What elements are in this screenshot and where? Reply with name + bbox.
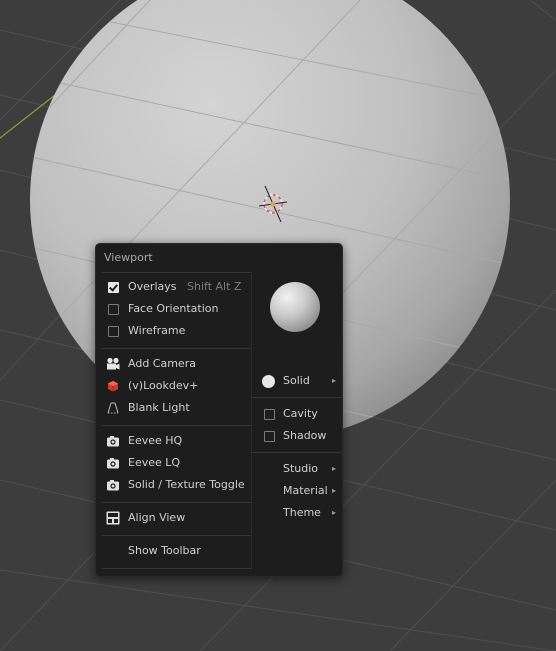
cavity-checkbox[interactable] bbox=[264, 409, 275, 420]
eevee-hq-item[interactable]: Eevee HQ bbox=[96, 431, 252, 451]
lookdev-cube-icon bbox=[106, 379, 120, 393]
solid-label: Solid bbox=[283, 374, 310, 387]
render-camera-icon bbox=[106, 478, 120, 492]
render-camera-icon bbox=[106, 456, 120, 470]
eevee-lq-label: Eevee LQ bbox=[128, 456, 181, 469]
menu-title: Viewport bbox=[104, 251, 153, 264]
lookdev-item[interactable]: (v)Lookdev+ bbox=[96, 376, 252, 396]
shadow-label: Shadow bbox=[283, 429, 327, 442]
solid-texture-toggle-label: Solid / Texture Toggle bbox=[128, 478, 245, 491]
cavity-label: Cavity bbox=[283, 407, 318, 420]
align-view-label: Align View bbox=[128, 511, 186, 524]
separator bbox=[252, 452, 342, 453]
solid-circle-icon bbox=[262, 375, 275, 388]
face-orientation-toggle[interactable]: Face Orientation bbox=[96, 299, 252, 319]
wireframe-label: Wireframe bbox=[128, 324, 186, 337]
face-orientation-label: Face Orientation bbox=[128, 302, 219, 315]
blank-light-item[interactable]: Blank Light bbox=[96, 398, 252, 418]
submenu-arrow-icon: ▸ bbox=[331, 376, 336, 385]
solid-texture-toggle-item[interactable]: Solid / Texture Toggle bbox=[96, 475, 252, 495]
separator bbox=[102, 348, 252, 349]
submenu-arrow-icon: ▸ bbox=[331, 464, 336, 473]
show-toolbar-item[interactable]: Show Toolbar bbox=[96, 541, 252, 561]
shadow-checkbox[interactable] bbox=[264, 431, 275, 442]
camera-icon bbox=[106, 357, 120, 371]
theme-submenu[interactable]: Theme ▸ bbox=[252, 503, 342, 523]
separator bbox=[102, 502, 252, 503]
separator bbox=[102, 425, 252, 426]
show-toolbar-label: Show Toolbar bbox=[128, 544, 201, 557]
wireframe-checkbox[interactable] bbox=[108, 326, 119, 337]
overlays-shortcut: Shift Alt Z bbox=[187, 280, 242, 293]
submenu-arrow-icon: ▸ bbox=[331, 508, 336, 517]
matcap-sphere-icon[interactable] bbox=[270, 282, 320, 332]
wireframe-toggle[interactable]: Wireframe bbox=[96, 321, 252, 341]
separator bbox=[252, 397, 342, 398]
align-view-icon bbox=[106, 511, 120, 525]
overlays-toggle[interactable]: Overlays Shift Alt Z bbox=[96, 277, 252, 297]
eevee-hq-label: Eevee HQ bbox=[128, 434, 183, 447]
3d-viewport[interactable]: Viewport Overlays Shift Alt Z Face Orien… bbox=[0, 0, 556, 651]
lookdev-label: (v)Lookdev+ bbox=[128, 379, 199, 392]
align-view-item[interactable]: Align View bbox=[96, 508, 252, 528]
add-camera-label: Add Camera bbox=[128, 357, 196, 370]
studio-submenu[interactable]: Studio ▸ bbox=[252, 459, 342, 479]
cavity-toggle[interactable]: Cavity bbox=[252, 404, 342, 424]
eevee-lq-item[interactable]: Eevee LQ bbox=[96, 453, 252, 473]
overlays-label: Overlays bbox=[128, 280, 177, 293]
light-icon bbox=[106, 401, 120, 415]
theme-label: Theme bbox=[283, 506, 321, 519]
viewport-pie-menu: Viewport Overlays Shift Alt Z Face Orien… bbox=[95, 243, 343, 577]
blank-light-label: Blank Light bbox=[128, 401, 190, 414]
face-orientation-checkbox[interactable] bbox=[108, 304, 119, 315]
add-camera-item[interactable]: Add Camera bbox=[96, 354, 252, 374]
separator bbox=[102, 568, 252, 569]
shadow-toggle[interactable]: Shadow bbox=[252, 426, 342, 446]
overlays-checkbox[interactable] bbox=[108, 282, 119, 293]
separator bbox=[102, 535, 252, 536]
separator bbox=[102, 272, 252, 273]
studio-label: Studio bbox=[283, 462, 319, 475]
material-label: Material bbox=[283, 484, 328, 497]
render-camera-icon bbox=[106, 434, 120, 448]
material-submenu[interactable]: Material ▸ bbox=[252, 481, 342, 501]
submenu-arrow-icon: ▸ bbox=[331, 486, 336, 495]
shading-solid-item[interactable]: Solid ▸ bbox=[252, 371, 342, 391]
